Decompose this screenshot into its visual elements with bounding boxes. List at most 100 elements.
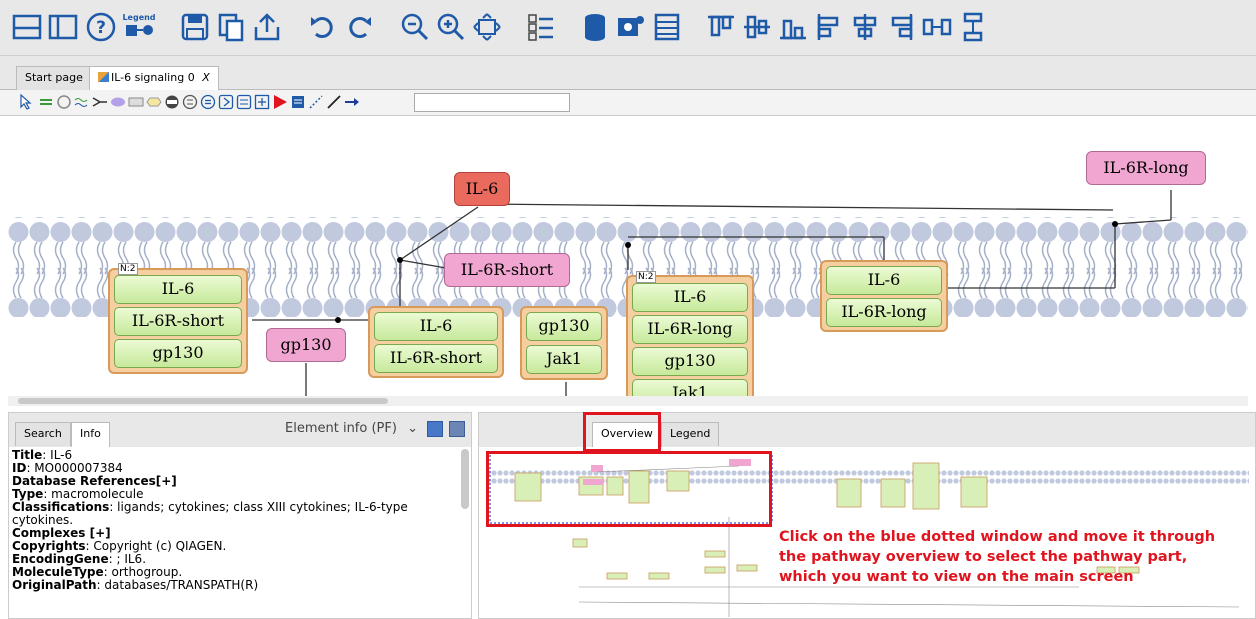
- line-icon[interactable]: [326, 94, 342, 110]
- document-icon[interactable]: [427, 421, 443, 437]
- complex-member[interactable]: IL-6: [114, 275, 242, 304]
- element-info-content: Title: IL-6 ID: MO000007384 Database Ref…: [12, 449, 462, 592]
- help-icon[interactable]: ?: [84, 10, 118, 44]
- list-node-icon[interactable]: [236, 94, 252, 110]
- scrollbar-thumb[interactable]: [18, 398, 388, 404]
- diagram-search-input[interactable]: [414, 93, 570, 112]
- info-panel-tabs: Search Info Element info (PF) ⌄: [9, 413, 471, 447]
- complex-il6-il6rshort[interactable]: IL-6 IL-6R-short: [368, 306, 504, 378]
- undo-icon[interactable]: [306, 10, 340, 44]
- complex-member[interactable]: gp130: [114, 339, 242, 368]
- cycle-icon[interactable]: [56, 94, 72, 110]
- checklist-icon[interactable]: [524, 10, 558, 44]
- plus-node-icon[interactable]: [254, 94, 270, 110]
- element-info-select[interactable]: Element info (PF) ⌄: [285, 421, 418, 436]
- complex-il6-il6rshort-gp130[interactable]: N:2 IL-6 IL-6R-short gp130: [108, 263, 248, 374]
- legend-label: Legend: [122, 12, 156, 22]
- distribute-horizontal-icon[interactable]: [920, 10, 954, 44]
- export-icon[interactable]: [250, 10, 284, 44]
- horizontal-layout-icon[interactable]: [10, 10, 44, 44]
- info-scrollbar[interactable]: [461, 449, 469, 509]
- info-panel: Search Info Element info (PF) ⌄ Title: I…: [8, 412, 472, 619]
- rna-node-icon[interactable]: [164, 94, 180, 110]
- fit-screen-icon[interactable]: [470, 10, 504, 44]
- overview-tab-highlight: [583, 412, 661, 452]
- align-center-icon[interactable]: [848, 10, 882, 44]
- image-settings-icon[interactable]: [614, 10, 648, 44]
- multimer-badge: N:2: [636, 271, 656, 283]
- rect-node-icon[interactable]: [128, 94, 144, 110]
- tab-legend[interactable]: Legend: [661, 422, 720, 446]
- s-node-icon[interactable]: [182, 94, 198, 110]
- note-icon[interactable]: [290, 94, 306, 110]
- canvas-horizontal-scrollbar[interactable]: [8, 396, 1248, 406]
- close-tab-button[interactable]: X: [202, 71, 210, 84]
- tab-start-page[interactable]: Start page: [16, 66, 92, 90]
- play-icon[interactable]: [272, 94, 288, 110]
- database-icon[interactable]: [578, 10, 612, 44]
- vertical-layout-icon[interactable]: [46, 10, 80, 44]
- align-left-icon[interactable]: [812, 10, 846, 44]
- arrow-line-icon[interactable]: [344, 94, 360, 110]
- overview-instruction-note: Click on the blue dotted window and move…: [779, 529, 1216, 585]
- align-bottom-icon[interactable]: [776, 10, 810, 44]
- complex-member[interactable]: gp130: [632, 347, 748, 376]
- distribute-vertical-icon[interactable]: [956, 10, 990, 44]
- il6r-long-node[interactable]: IL-6R-long: [1086, 151, 1206, 185]
- pathway-canvas[interactable]: IL-6 IL-6R-long IL-6R-short gp130 N:2 IL…: [8, 120, 1248, 406]
- copy-icon[interactable]: [214, 10, 248, 44]
- equal-node-icon[interactable]: [200, 94, 216, 110]
- legend-button[interactable]: Legend: [122, 10, 156, 44]
- complex-member[interactable]: gp130: [526, 312, 602, 341]
- complex-gp130-jak1[interactable]: gp130 Jak1: [520, 306, 608, 380]
- table-icon[interactable]: [650, 10, 684, 44]
- edit-icon[interactable]: [449, 421, 465, 437]
- info-row: OriginalPath: databases/TRANSPATH(R): [12, 578, 259, 592]
- tab-label: Search: [24, 427, 62, 440]
- document-tab-bar: Start page IL-6 signaling 0 X: [0, 56, 1256, 91]
- complex-member[interactable]: IL-6: [632, 283, 748, 312]
- tab-label: Info: [80, 427, 101, 440]
- chevron-down-icon: ⌄: [407, 421, 418, 436]
- tab-label: IL-6 signaling 0: [111, 71, 195, 84]
- diagram-tools-bar: [0, 90, 1256, 116]
- complex-member[interactable]: Jak1: [526, 345, 602, 374]
- hexagon-node-icon[interactable]: [146, 94, 162, 110]
- gt-node-icon[interactable]: [218, 94, 234, 110]
- align-top-icon[interactable]: [704, 10, 738, 44]
- complex-member[interactable]: IL-6R-short: [114, 307, 242, 336]
- svg-text:?: ?: [96, 18, 106, 38]
- complex-member[interactable]: IL-6: [826, 266, 942, 295]
- select-value: Element info (PF): [285, 421, 397, 436]
- complex-member[interactable]: IL-6R-short: [374, 344, 498, 373]
- complex-il6-il6rlong-gp130-jak1[interactable]: N:2 IL-6 IL-6R-long gp130 Jak1: [626, 271, 754, 406]
- tab-search[interactable]: Search: [15, 422, 71, 446]
- redo-icon[interactable]: [342, 10, 376, 44]
- tab-label: Start page: [25, 71, 83, 84]
- multimer-badge: N:2: [118, 263, 138, 275]
- complex-member[interactable]: IL-6R-long: [632, 315, 748, 344]
- viewport-highlight-frame: [486, 451, 772, 527]
- complex-il6-il6rlong[interactable]: IL-6 IL-6R-long: [820, 260, 948, 332]
- ellipse-node-icon[interactable]: [110, 94, 126, 110]
- align-right-icon[interactable]: [884, 10, 918, 44]
- branch-icon[interactable]: [92, 94, 108, 110]
- main-toolbar: ? Legend: [0, 0, 1256, 56]
- align-middle-icon[interactable]: [740, 10, 774, 44]
- membrane-icon[interactable]: [74, 94, 90, 110]
- select-arrow-icon[interactable]: [18, 94, 34, 110]
- tab-info[interactable]: Info: [71, 422, 110, 447]
- save-icon[interactable]: [178, 10, 212, 44]
- il6-ligand-node[interactable]: IL-6: [454, 172, 510, 206]
- zoom-in-icon[interactable]: [434, 10, 468, 44]
- il6r-short-node[interactable]: IL-6R-short: [444, 253, 570, 287]
- zoom-out-icon[interactable]: [398, 10, 432, 44]
- gp130-node[interactable]: gp130: [266, 328, 346, 362]
- complex-member[interactable]: IL-6R-long: [826, 298, 942, 327]
- diagram-icon: [98, 72, 109, 82]
- tab-label: Legend: [670, 427, 711, 440]
- tab-il6-signaling[interactable]: IL-6 signaling 0 X: [89, 66, 219, 91]
- complex-member[interactable]: IL-6: [374, 312, 498, 341]
- equal-reaction-icon[interactable]: [38, 94, 54, 110]
- dashed-line-icon[interactable]: [308, 94, 324, 110]
